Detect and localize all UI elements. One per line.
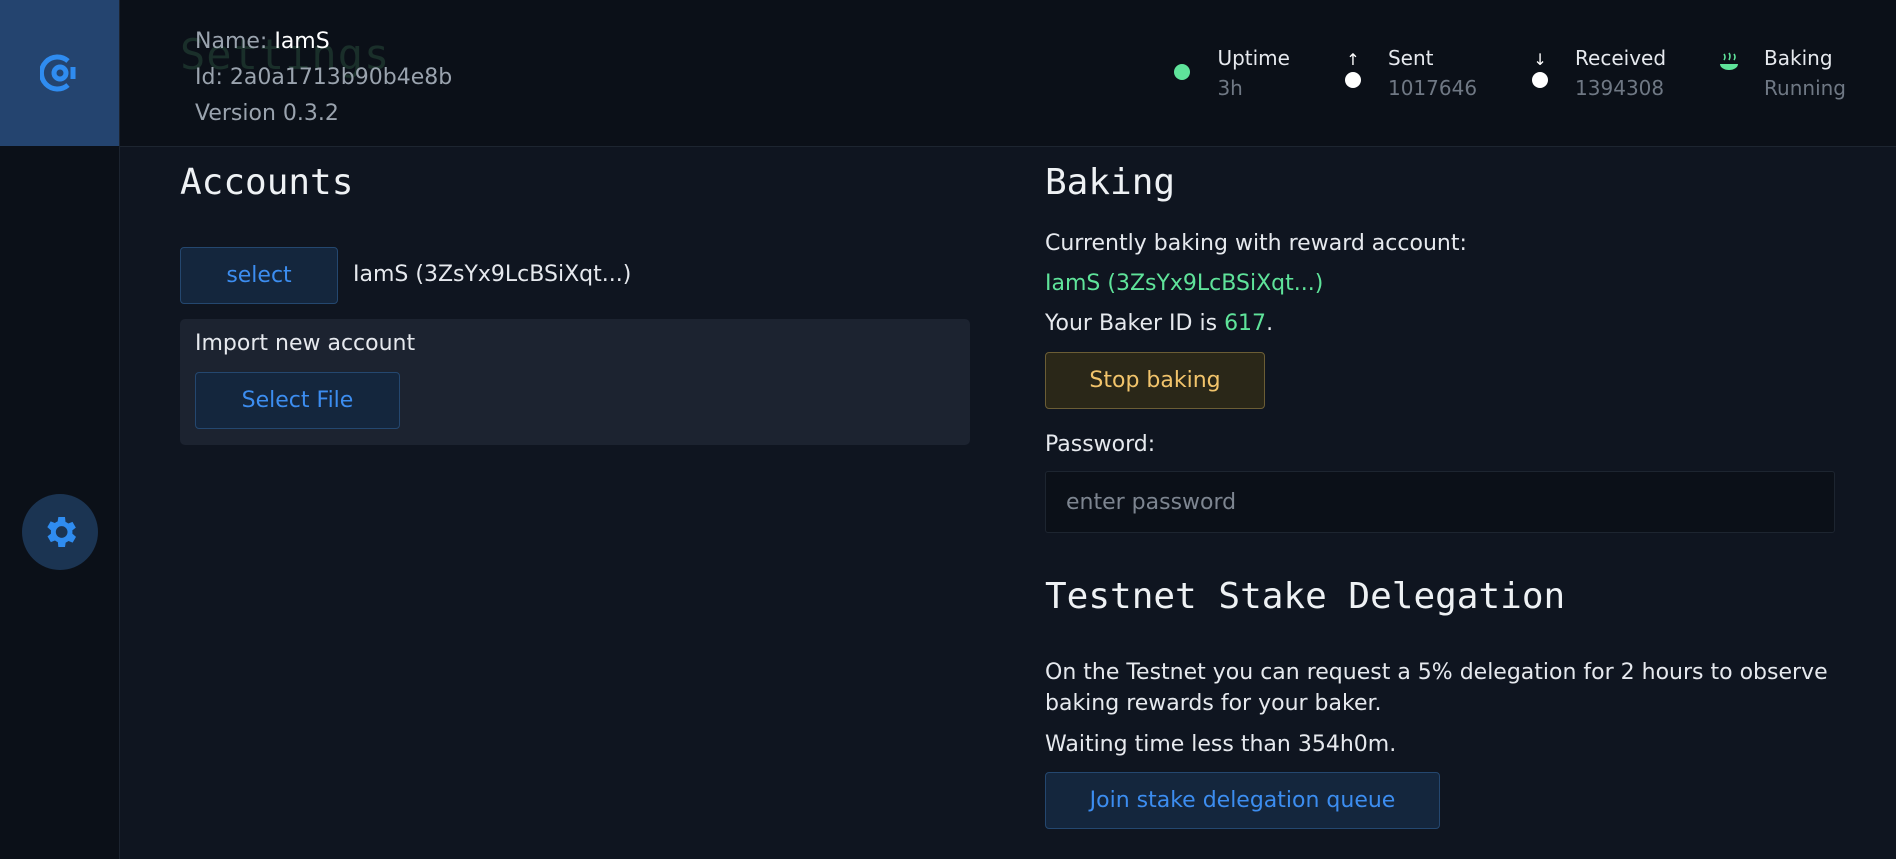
stat-uptime: Uptime 3h [1167, 44, 1290, 104]
node-header: Settings Name: IamS Id: 2a0a1713b90b4e8b… [120, 0, 1896, 147]
baking-status-text: Currently baking with reward account: [1045, 231, 1467, 256]
settings-nav-button[interactable] [22, 494, 98, 570]
select-file-button[interactable]: Select File [195, 372, 400, 429]
stat-sent: ↑ Sent 1017646 [1344, 46, 1478, 100]
delegation-description-line1: On the Testnet you can request a 5% dele… [1045, 660, 1828, 685]
select-account-button[interactable]: select [180, 247, 338, 304]
node-stats: Uptime 3h ↑ Sent 1017646 ↓ Received 1394308… [1119, 44, 1846, 104]
join-delegation-queue-button[interactable]: Join stake delegation queue [1045, 772, 1440, 829]
baking-title: Baking [1045, 162, 1176, 203]
baker-id-line: Your Baker ID is 617. [1045, 311, 1274, 336]
stop-baking-button[interactable]: Stop baking [1045, 352, 1265, 409]
delegation-description-line2: baking rewards for your baker. [1045, 691, 1382, 716]
concordium-logo-icon [39, 54, 75, 92]
reward-account: IamS (3ZsYx9LcBSiXqt...) [1045, 271, 1324, 296]
node-info: Name: IamS Id: 2a0a1713b90b4e8b Version … [195, 24, 452, 132]
delegation-title: Testnet Stake Delegation [1045, 576, 1566, 617]
waiting-time-text: Waiting time less than 354h0m. [1045, 732, 1397, 757]
node-name: Name: IamS [195, 29, 330, 54]
import-account-panel: Import new account Select File [180, 319, 970, 445]
password-input[interactable] [1045, 471, 1835, 533]
baker-id: 617 [1224, 311, 1267, 336]
arrow-up-icon: ↑ [1346, 50, 1360, 69]
stat-received: ↓ Received 1394308 [1532, 46, 1667, 100]
node-version: Version 0.3.2 [195, 101, 339, 126]
baking-steam-icon [1720, 52, 1739, 70]
sent-dot-icon [1344, 72, 1361, 88]
current-account: IamS (3ZsYx9LcBSiXqt...) [353, 262, 632, 287]
received-dot-icon [1532, 72, 1549, 88]
node-id: Id: 2a0a1713b90b4e8b [195, 65, 453, 90]
gear-icon [47, 517, 76, 547]
app-logo[interactable] [0, 0, 119, 146]
arrow-down-icon: ↓ [1533, 50, 1547, 69]
import-account-label: Import new account [195, 331, 416, 356]
password-label: Password: [1045, 432, 1156, 457]
sidebar [0, 0, 120, 859]
status-dot-icon [1174, 64, 1191, 80]
accounts-title: Accounts [180, 162, 354, 203]
stat-baking: Baking Running [1714, 44, 1846, 104]
